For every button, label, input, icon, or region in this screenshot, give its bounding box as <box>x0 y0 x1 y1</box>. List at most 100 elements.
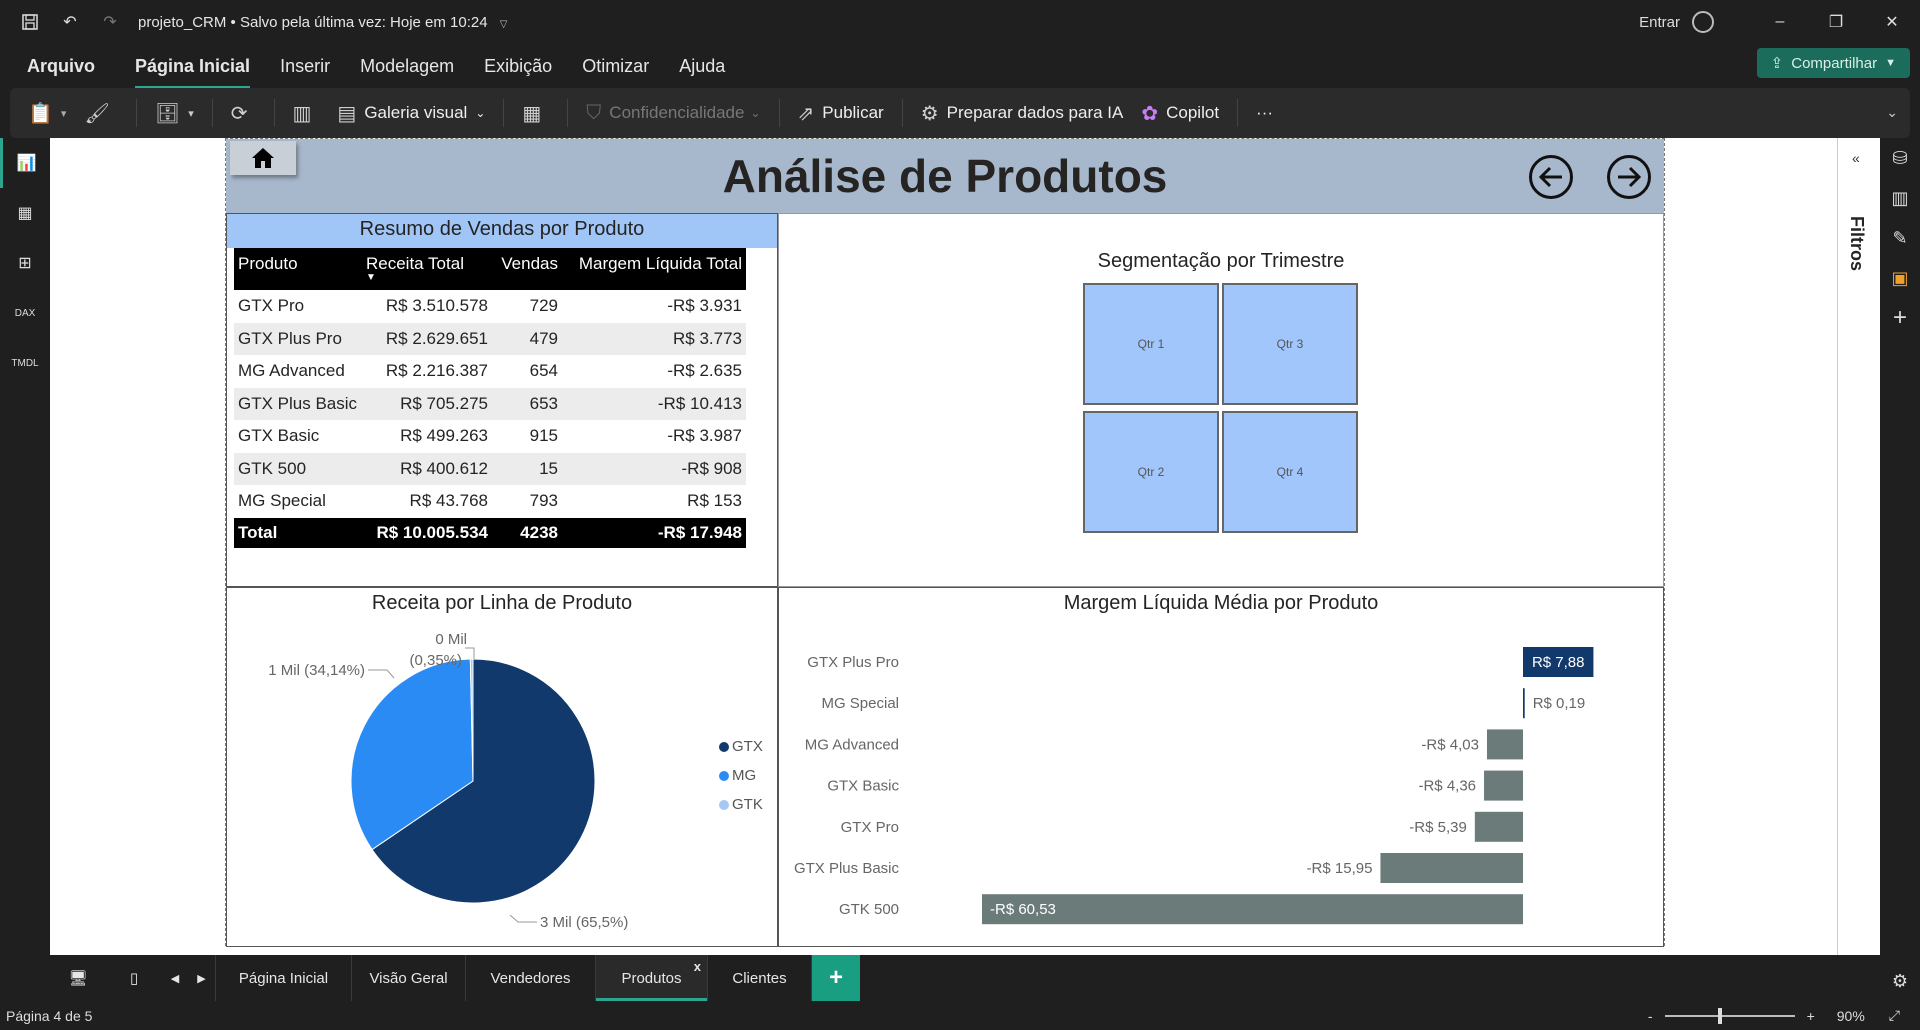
zoom-out-button[interactable]: - <box>1648 1008 1653 1024</box>
pie-chart[interactable]: 3 Mil (65,5%) 1 Mil (34,14%) 0 Mil (0,35%) <box>227 588 777 942</box>
add-pane-icon[interactable]: + <box>1880 298 1920 338</box>
mobile-layout-icon[interactable]: ▯ <box>106 955 162 1001</box>
more-options-button[interactable]: ··· <box>1256 103 1273 123</box>
calculator-button[interactable]: ▦ <box>522 101 549 126</box>
tab-visao-geral[interactable]: Visão Geral <box>352 955 466 1001</box>
slicer-tile-qtr3[interactable]: Qtr 3 <box>1222 283 1358 405</box>
menu-otimizar[interactable]: Otimizar <box>582 50 649 83</box>
collapse-ribbon-icon[interactable]: ⌄ <box>1886 104 1898 121</box>
settings-gear-icon[interactable]: ⚙ <box>1880 961 1920 1001</box>
paste-button[interactable]: 📋 ▾ <box>28 101 66 126</box>
bar-gtx-pro[interactable] <box>1474 811 1523 842</box>
slicer-tile-qtr4[interactable]: Qtr 4 <box>1222 411 1358 533</box>
add-page-button[interactable]: + <box>812 955 860 1001</box>
table-row[interactable]: MG Advanced R$ 2.216.387 654 -R$ 2.635 <box>234 355 746 388</box>
table-row[interactable]: GTX Pro R$ 3.510.578 729 -R$ 3.931 <box>234 290 746 323</box>
redo-icon[interactable]: ↷ <box>100 12 120 32</box>
col-header-vendas[interactable]: Vendas <box>492 248 562 290</box>
slicer-tile-qtr1[interactable]: Qtr 1 <box>1083 283 1219 405</box>
sales-summary-panel[interactable]: Resumo de Vendas por Produto Produto Rec… <box>226 213 778 587</box>
sensitivity-label: Confidencialidade <box>609 103 745 122</box>
document-name: projeto_CRM <box>138 13 227 31</box>
legend-item-gtx[interactable]: GTX <box>719 738 763 755</box>
legend-item-gtk[interactable]: GTK <box>719 796 763 813</box>
table-row[interactable]: GTX Plus Pro R$ 2.629.651 479 R$ 3.773 <box>234 322 746 355</box>
bar-gtx-basic[interactable] <box>1484 770 1523 801</box>
format-painter-button[interactable]: 🖌 <box>84 101 117 126</box>
close-tab-icon[interactable]: x <box>694 959 701 974</box>
legend-item-mg[interactable]: MG <box>719 767 756 784</box>
visual-gallery-button[interactable]: ▤ Galeria visual ⌄ <box>337 101 485 126</box>
tab-produtos[interactable]: Produtos x <box>596 955 708 1001</box>
report-view-icon[interactable]: 📊 <box>0 138 50 188</box>
expand-filters-icon[interactable]: « <box>1852 150 1860 166</box>
restore-button[interactable]: ❐ <box>1808 12 1864 32</box>
bar-mg-advanced[interactable] <box>1486 729 1523 760</box>
new-visual-button[interactable]: ▥ <box>293 101 320 126</box>
bar-chart[interactable]: GTX Plus Pro R$ 7,88 MG Special R$ 0,19 MG A… <box>779 588 1663 942</box>
revenue-pie-panel[interactable]: Receita por Linha de Produto 3 Mil (65,5… <box>226 587 778 947</box>
page-indicator: Página 4 de 5 <box>6 1007 93 1024</box>
col-header-receita[interactable]: Receita Total ▼ <box>362 248 492 290</box>
bookmarks-pane-icon[interactable]: ▣ <box>1880 258 1920 298</box>
filters-pane-collapsed[interactable]: « Filtros <box>1837 138 1880 955</box>
back-arrow-button[interactable] <box>1529 155 1573 199</box>
table-view-icon[interactable]: ▦ <box>0 188 50 238</box>
next-page-icon[interactable]: ▶ <box>188 955 216 1001</box>
prepare-ai-button[interactable]: ⚙ Preparar dados para IA <box>921 101 1124 126</box>
publish-button[interactable]: ⇗ Publicar <box>798 101 884 126</box>
col-header-produto[interactable]: Produto <box>234 248 362 290</box>
fit-page-icon[interactable]: ⤢ <box>1889 1007 1900 1024</box>
share-button[interactable]: ⇪ Compartilhar ▼ <box>1756 48 1910 78</box>
sign-in-link[interactable]: Entrar <box>1639 14 1680 31</box>
minimize-button[interactable]: – <box>1752 13 1808 31</box>
menu-inserir[interactable]: Inserir <box>280 50 330 83</box>
margin-bar-panel[interactable]: Margem Líquida Média por Produto GTX Plu… <box>778 587 1664 947</box>
visualizations-pane-icon[interactable]: ▥ <box>1880 178 1920 218</box>
bar-mg-special[interactable] <box>1523 688 1525 719</box>
copilot-button[interactable]: ✿ Copilot <box>1141 101 1219 126</box>
dax-query-view-icon[interactable]: DAX <box>0 288 50 338</box>
document-title[interactable]: projeto_CRM • Salvo pela última vez: Hoj… <box>138 14 507 31</box>
table-row[interactable]: GTX Basic R$ 499.263 915 -R$ 3.987 <box>234 420 746 453</box>
desktop-layout-icon[interactable]: 🖥 <box>50 955 106 1001</box>
table-row[interactable]: MG Special R$ 43.768 793 R$ 153 <box>234 485 746 518</box>
data-pane-icon[interactable]: ⛁ <box>1880 138 1920 178</box>
zoom-in-button[interactable]: + <box>1807 1008 1815 1024</box>
format-pane-icon[interactable]: ✎ <box>1880 218 1920 258</box>
undo-icon[interactable]: ↶ <box>60 12 80 32</box>
zoom-slider[interactable] <box>1664 1007 1795 1024</box>
forward-arrow-button[interactable] <box>1607 155 1651 199</box>
menu-modelagem[interactable]: Modelagem <box>360 50 454 83</box>
zoom-slider-thumb[interactable] <box>1717 1007 1722 1024</box>
model-view-icon[interactable]: ⊞ <box>0 238 50 288</box>
leader-line <box>509 914 537 923</box>
close-button[interactable]: ✕ <box>1864 12 1920 32</box>
bar-category-label: GTX Basic <box>827 778 899 795</box>
get-data-button[interactable]: 🗄 ▾ <box>155 101 194 126</box>
table-row[interactable]: GTX Plus Basic R$ 705.275 653 -R$ 10.413 <box>234 387 746 420</box>
col-header-margem[interactable]: Margem Líquida Total <box>562 248 746 290</box>
menu-pagina-inicial[interactable]: Página Inicial <box>135 50 251 89</box>
bar-gtx-plus-basic[interactable] <box>1380 853 1523 883</box>
slicer-tile-qtr2[interactable]: Qtr 2 <box>1083 411 1219 533</box>
tab-clientes[interactable]: Clientes <box>708 955 812 1001</box>
prev-page-icon[interactable]: ◀ <box>162 955 188 1001</box>
zoom-level[interactable]: 90% <box>1837 1008 1865 1024</box>
bar-gtk-500[interactable] <box>982 894 1523 925</box>
title-bar: ↶ ↷ projeto_CRM • Salvo pela última vez:… <box>0 0 1920 44</box>
pie-data-label: 3 Mil (65,5%) <box>540 914 628 931</box>
filters-label[interactable]: Filtros <box>1846 216 1867 271</box>
avatar[interactable] <box>1692 11 1714 33</box>
table-row[interactable]: GTK 500 R$ 400.612 15 -R$ 908 <box>234 452 746 485</box>
share-icon: ⇪ <box>1770 55 1784 72</box>
menu-ajuda[interactable]: Ajuda <box>679 50 725 83</box>
menu-arquivo[interactable]: Arquivo <box>27 50 95 83</box>
sensitivity-button[interactable]: ⛉ Confidencialidade ⌄ <box>586 102 760 125</box>
menu-exibicao[interactable]: Exibição <box>484 50 552 83</box>
tmdl-view-icon[interactable]: TMDL <box>0 338 50 388</box>
tab-pagina-inicial[interactable]: Página Inicial <box>216 955 352 1001</box>
tab-vendedores[interactable]: Vendedores <box>466 955 596 1001</box>
refresh-button[interactable]: ⟳ <box>231 101 256 126</box>
save-icon[interactable] <box>20 12 40 32</box>
